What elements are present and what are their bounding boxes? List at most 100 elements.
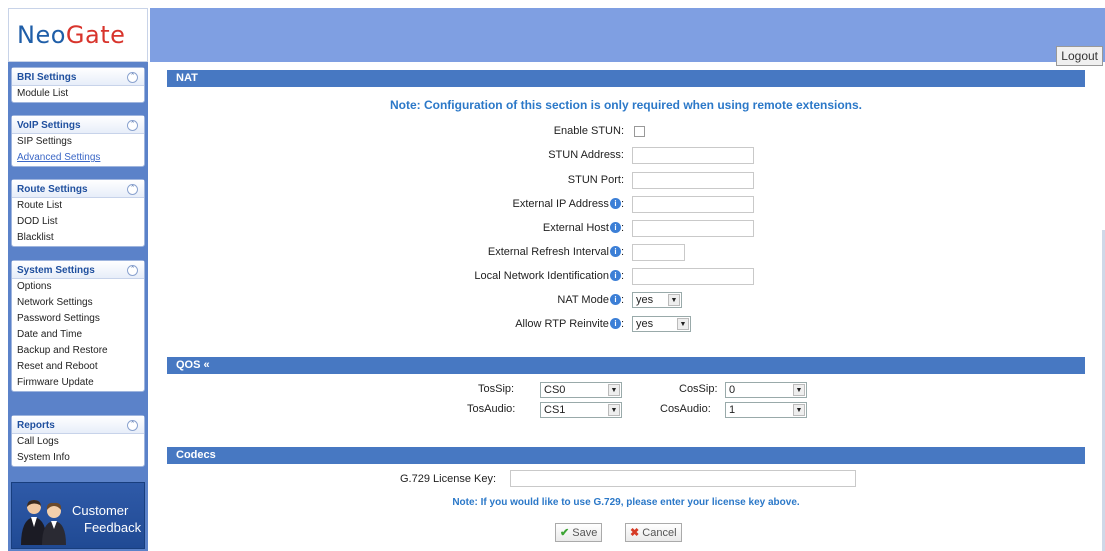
external-host-input[interactable] [632, 220, 754, 237]
sidebar-group-system: System Settings ˆ Options Network Setting… [11, 260, 145, 392]
people-icon [21, 500, 66, 545]
sidebar-item-system-info[interactable]: System Info [12, 450, 144, 466]
stun-address-input[interactable] [632, 147, 754, 164]
external-ip-row: External IP Address i: [512, 198, 624, 210]
logout-button[interactable]: Logout [1056, 46, 1103, 66]
stun-port-input[interactable] [632, 172, 754, 189]
stun-port-row: STUN Port: [167, 172, 624, 190]
dropdown-arrow-icon: ▼ [793, 384, 805, 396]
license-key-input[interactable] [510, 470, 856, 487]
collapse-icon[interactable]: « [204, 359, 210, 371]
cos-audio-select[interactable]: 1 ▼ [725, 402, 807, 418]
codecs-note: Note: If you would like to use G.729, pl… [452, 497, 800, 508]
external-host-row: External Host i: [542, 222, 624, 234]
license-key-label: G.729 License Key: [400, 473, 497, 485]
logo: NeoGate [8, 8, 148, 62]
info-icon[interactable]: i [609, 246, 621, 257]
sidebar-item-dod-list[interactable]: DOD List [12, 214, 144, 230]
sidebar-group-bri: BRI Settings ˆ Module List [11, 67, 145, 103]
sidebar-item-call-logs[interactable]: Call Logs [12, 434, 144, 450]
dropdown-arrow-icon: ▼ [668, 294, 680, 306]
sidebar-item-blacklist[interactable]: Blacklist [12, 230, 144, 246]
stun-port-label: STUN Port: [567, 174, 624, 186]
nat-note: Note: Configuration of this section is o… [389, 98, 863, 112]
sidebar-item-advanced-settings[interactable]: Advanced Settings [12, 150, 144, 166]
nat-mode-select[interactable]: yes ▼ [632, 292, 682, 308]
collapse-up-icon[interactable]: ˆ [127, 184, 138, 195]
info-icon[interactable]: i [609, 318, 621, 329]
logo-text: NeoGate [17, 21, 126, 49]
sidebar-group-title[interactable]: BRI Settings ˆ [12, 68, 144, 86]
sidebar-item-reset-and-reboot[interactable]: Reset and Reboot [12, 359, 144, 375]
info-icon[interactable]: i [609, 294, 621, 305]
feedback-label: Feedback [84, 520, 142, 535]
cos-sip-select[interactable]: 0 ▼ [725, 382, 807, 398]
collapse-up-icon[interactable]: ˆ [127, 420, 138, 431]
header-band: Logout [150, 8, 1105, 66]
stun-address-row: STUN Address: [167, 147, 624, 165]
save-button[interactable]: ✔ Save [555, 523, 603, 542]
external-ip-label: External IP Address [512, 198, 609, 210]
dropdown-arrow-icon: ▼ [793, 404, 805, 416]
sidebar-item-date-and-time[interactable]: Date and Time [12, 327, 144, 343]
info-icon[interactable]: i [609, 222, 621, 233]
local-network-label: Local Network Identification [474, 270, 609, 282]
section-header-nat: NAT [167, 70, 1085, 87]
refresh-interval-row: External Refresh Interval i: [487, 246, 624, 258]
local-network-input[interactable] [632, 268, 754, 285]
sidebar-item-password-settings[interactable]: Password Settings [12, 311, 144, 327]
dropdown-arrow-icon: ▼ [608, 404, 620, 416]
sidebar-group-title[interactable]: Route Settings ˆ [12, 180, 144, 198]
dropdown-arrow-icon: ▼ [677, 318, 689, 330]
sidebar-item-options[interactable]: Options [12, 279, 144, 295]
enable-stun-label: Enable STUN: [553, 125, 624, 137]
section-header-qos[interactable]: QOS « [167, 357, 1085, 374]
sidebar-item-network-settings[interactable]: Network Settings [12, 295, 144, 311]
customer-feedback-banner[interactable]: Customer Feedback [11, 482, 145, 549]
sidebar-group-reports: Reports ˆ Call Logs System Info [11, 415, 145, 467]
dropdown-arrow-icon: ▼ [608, 384, 620, 396]
tos-sip-select[interactable]: CS0 ▼ [540, 382, 622, 398]
external-ip-input[interactable] [632, 196, 754, 213]
info-icon[interactable]: i [609, 270, 621, 281]
sidebar-group-title[interactable]: VoIP Settings ˆ [12, 116, 144, 134]
enable-stun-row: Enable STUN: [167, 123, 624, 141]
allow-rtp-label: Allow RTP Reinvite [515, 318, 609, 330]
external-host-label: External Host [542, 222, 609, 234]
cos-audio-label: CosAudio: [660, 403, 711, 415]
sidebar-item-module-list[interactable]: Module List [12, 86, 144, 102]
check-icon: ✔ [560, 527, 570, 539]
sidebar-group-voip: VoIP Settings ˆ SIP Settings Advanced Set… [11, 115, 145, 167]
stun-address-label: STUN Address: [548, 149, 624, 161]
main-content: NAT Note: Configuration of this section … [167, 70, 1085, 551]
enable-stun-checkbox[interactable] [634, 126, 645, 137]
local-network-row: Local Network Identification i: [474, 270, 624, 282]
refresh-interval-input[interactable] [632, 244, 685, 261]
collapse-up-icon[interactable]: ˆ [127, 120, 138, 131]
sidebar-group-title[interactable]: Reports ˆ [12, 416, 144, 434]
sidebar-item-backup-and-restore[interactable]: Backup and Restore [12, 343, 144, 359]
nat-mode-label: NAT Mode [557, 294, 609, 306]
sidebar-item-sip-settings[interactable]: SIP Settings [12, 134, 144, 150]
top-header: NeoGate Logout [0, 0, 1105, 66]
feedback-label: Customer [72, 503, 129, 518]
tos-audio-label: TosAudio: [467, 403, 516, 415]
sidebar: BRI Settings ˆ Module List VoIP Settings ˆ… [8, 62, 148, 551]
allow-rtp-row: Allow RTP Reinvite i: [515, 318, 624, 330]
sidebar-item-firmware-update[interactable]: Firmware Update [12, 375, 144, 391]
collapse-up-icon[interactable]: ˆ [127, 265, 138, 276]
tos-sip-label: TosSip: [478, 383, 515, 395]
cancel-button[interactable]: ✖ Cancel [625, 523, 682, 542]
allow-rtp-select[interactable]: yes ▼ [632, 316, 691, 332]
refresh-interval-label: External Refresh Interval [487, 246, 609, 258]
nat-mode-row: NAT Mode i: [557, 294, 624, 306]
collapse-up-icon[interactable]: ˆ [127, 72, 138, 83]
cos-sip-label: CosSip: [679, 383, 718, 395]
close-icon: ✖ [630, 527, 640, 539]
section-header-codecs: Codecs [167, 447, 1085, 464]
sidebar-group-title[interactable]: System Settings ˆ [12, 261, 144, 279]
sidebar-group-route: Route Settings ˆ Route List DOD List Blac… [11, 179, 145, 247]
info-icon[interactable]: i [609, 198, 621, 209]
sidebar-item-route-list[interactable]: Route List [12, 198, 144, 214]
tos-audio-select[interactable]: CS1 ▼ [540, 402, 622, 418]
